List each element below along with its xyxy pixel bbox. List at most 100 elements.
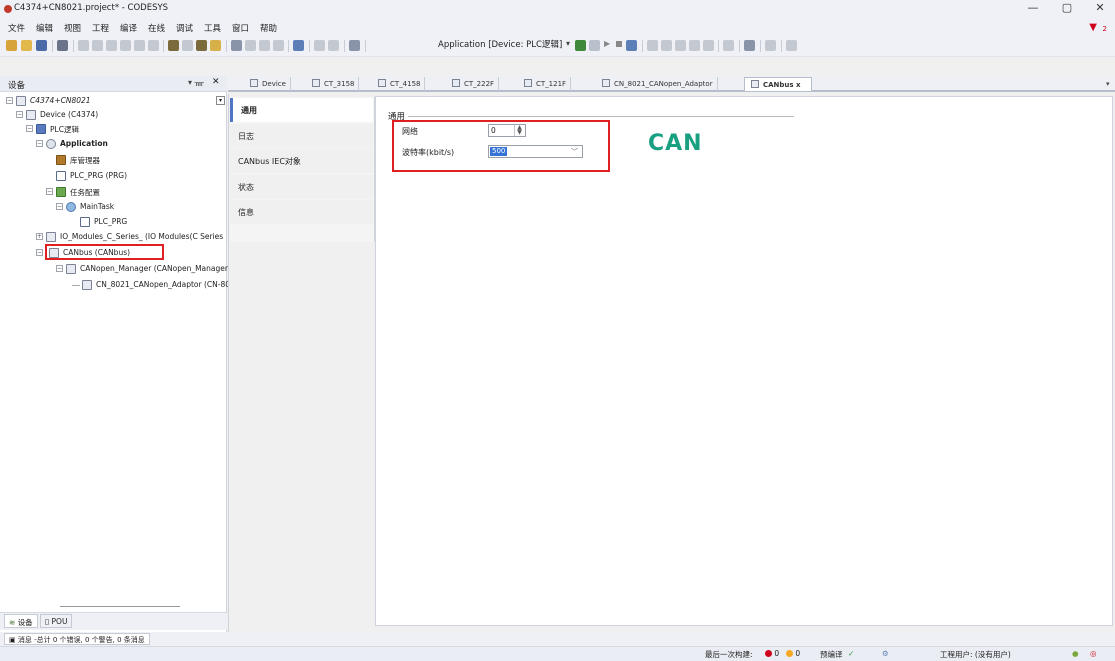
toolbar-separator <box>781 40 782 52</box>
step-out-icon[interactable] <box>689 40 700 51</box>
replace-icon[interactable] <box>182 40 193 51</box>
open-project-icon[interactable] <box>21 40 32 51</box>
menu-view[interactable]: 视图 <box>64 22 81 34</box>
step-over-icon[interactable] <box>661 40 672 51</box>
device-icon <box>26 110 36 120</box>
copy-icon[interactable] <box>120 40 131 51</box>
tab-label: CT_3158 <box>324 80 355 88</box>
step-into-icon[interactable] <box>675 40 686 51</box>
force-values-icon[interactable] <box>765 40 776 51</box>
tab-ct-222f[interactable]: CT_222F <box>446 77 500 91</box>
monitor-icon[interactable] <box>744 40 755 51</box>
menu-window[interactable]: 窗口 <box>232 22 249 34</box>
display-mode-icon[interactable] <box>786 40 797 51</box>
side-tab-iec-objects[interactable]: CANbus IEC对象 <box>230 149 373 173</box>
menu-debug[interactable]: 调试 <box>176 22 193 34</box>
notification-icon[interactable]: ◎ <box>1090 649 1097 658</box>
delete-icon[interactable] <box>148 40 159 51</box>
logout-icon[interactable] <box>589 40 600 51</box>
collapse-icon[interactable]: − <box>36 140 43 147</box>
toolbar-separator <box>163 40 164 52</box>
run-to-cursor-icon[interactable] <box>703 40 714 51</box>
tab-ct-3158[interactable]: CT_3158 <box>306 77 360 91</box>
menu-build[interactable]: 编译 <box>120 22 137 34</box>
side-tab-info[interactable]: 信息 <box>230 200 373 224</box>
collapse-icon[interactable]: − <box>36 249 43 256</box>
alert-count: 2 <box>1102 25 1107 33</box>
status-ok-icon[interactable]: ● <box>1072 649 1079 658</box>
general-settings-panel <box>375 96 1113 626</box>
redo-icon[interactable] <box>92 40 103 51</box>
close-panel-button[interactable]: ✕ <box>212 77 220 87</box>
chevron-down-icon[interactable]: ▾ <box>566 39 570 48</box>
baudrate-value[interactable]: 500 <box>490 147 508 156</box>
find-icon[interactable] <box>168 40 179 51</box>
tab-devices[interactable]: ≋ 设备 <box>4 614 38 628</box>
plc-logic-icon <box>36 124 46 134</box>
active-application-combo[interactable]: Application [Device: PLC逻辑] <box>438 38 562 50</box>
save-icon[interactable] <box>36 40 47 51</box>
collapse-icon[interactable]: − <box>6 97 13 104</box>
breakpoint-icon[interactable] <box>647 40 658 51</box>
tab-pou[interactable]: ▯ POU <box>40 614 73 628</box>
device-status-icon[interactable]: ⚙ <box>882 649 889 658</box>
undo-icon[interactable] <box>78 40 89 51</box>
new-project-icon[interactable] <box>6 40 17 51</box>
menu-tools[interactable]: 工具 <box>204 22 221 34</box>
side-tab-general[interactable]: 通用 <box>230 98 373 122</box>
collapse-icon[interactable]: − <box>46 188 53 195</box>
close-tab-icon[interactable]: x <box>796 81 801 89</box>
network-spinner[interactable]: ▲ ▼ <box>514 125 524 136</box>
run-icon[interactable]: ▶ <box>604 39 610 48</box>
tab-cn-8021-adaptor[interactable]: CN_8021_CANopen_Adaptor <box>596 77 718 91</box>
print-icon[interactable] <box>57 40 68 51</box>
layout-icon[interactable] <box>314 40 325 51</box>
tab-label: CANbus <box>763 81 794 89</box>
cut-icon[interactable] <box>106 40 117 51</box>
menu-edit[interactable]: 编辑 <box>36 22 53 34</box>
toolbar-separator <box>642 40 643 52</box>
expand-icon[interactable]: + <box>36 233 43 240</box>
minimize-button[interactable]: — <box>1018 0 1048 18</box>
tab-list-dropdown-icon[interactable]: ▾ <box>1106 80 1110 88</box>
collapse-icon[interactable]: − <box>56 203 63 210</box>
paste-icon[interactable] <box>134 40 145 51</box>
reset-icon[interactable] <box>626 40 637 51</box>
collapse-icon[interactable]: − <box>56 265 63 272</box>
device-icon <box>250 79 258 87</box>
build-warnings[interactable]: 0 <box>786 649 800 658</box>
window-icon[interactable] <box>293 40 304 51</box>
device-icon[interactable] <box>349 40 360 51</box>
tab-device[interactable]: Device <box>244 77 291 91</box>
menu-project[interactable]: 工程 <box>92 22 109 34</box>
find-next-icon[interactable] <box>196 40 207 51</box>
tree-scroll-button[interactable]: ▾ <box>216 96 225 105</box>
chevron-down-icon[interactable]: ﹀ <box>571 147 578 157</box>
close-window-button[interactable]: ✕ <box>1085 0 1115 18</box>
login-icon[interactable] <box>575 40 586 51</box>
collapse-icon[interactable]: − <box>16 111 23 118</box>
side-tab-status[interactable]: 状态 <box>230 175 373 199</box>
collapse-icon[interactable]: − <box>26 125 33 132</box>
side-tab-log[interactable]: 日志 <box>230 124 373 148</box>
bookmark-prev-icon[interactable] <box>259 40 270 51</box>
pin-icon[interactable]: ▾ ᚄ <box>188 78 204 87</box>
write-values-icon[interactable] <box>723 40 734 51</box>
properties-icon[interactable] <box>328 40 339 51</box>
bookmark-next-icon[interactable] <box>245 40 256 51</box>
tab-ct-121f[interactable]: CT_121F <box>518 77 572 91</box>
toolbar-separator <box>73 40 74 52</box>
bookmark-clear-icon[interactable] <box>273 40 284 51</box>
maximize-button[interactable]: ▢ <box>1052 0 1082 18</box>
bookmark-icon[interactable] <box>210 40 221 51</box>
bookmark-toggle-icon[interactable] <box>231 40 242 51</box>
menu-online[interactable]: 在线 <box>148 22 165 34</box>
tab-ct-4158[interactable]: CT_4158 <box>372 77 426 91</box>
menu-file[interactable]: 文件 <box>8 22 25 34</box>
flag-icon[interactable]: ▼ <box>1089 22 1097 33</box>
stop-icon[interactable] <box>616 41 622 47</box>
menu-help[interactable]: 帮助 <box>260 22 277 34</box>
tab-canbus[interactable]: CANbus x <box>744 77 812 91</box>
build-errors[interactable]: 0 <box>765 649 779 658</box>
messages-tab[interactable]: ▣ 消息 -总计 0 个错误, 0 个警告, 0 条消息 <box>4 633 150 645</box>
